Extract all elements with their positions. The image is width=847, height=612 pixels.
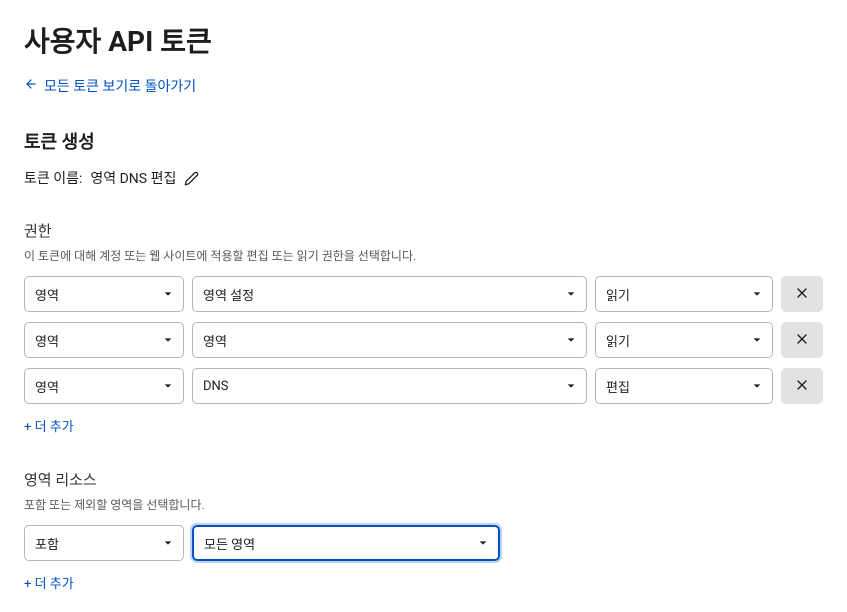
permissions-label: 권한 xyxy=(24,220,823,241)
select-value: 읽기 xyxy=(606,331,744,350)
permission-row: 영역 DNS 편집 xyxy=(24,368,823,404)
delete-permission-button[interactable] xyxy=(781,322,823,358)
caret-down-icon xyxy=(566,381,576,391)
close-icon xyxy=(794,285,810,304)
token-name-value: 영역 DNS 편집 xyxy=(90,168,176,188)
create-token-heading: 토큰 생성 xyxy=(24,128,823,154)
caret-down-icon xyxy=(163,289,173,299)
add-permission-button[interactable]: + 더 추가 xyxy=(24,416,74,435)
zone-target-select[interactable]: 모든 영역 xyxy=(192,525,500,561)
close-icon xyxy=(794,377,810,396)
permission-access-select[interactable]: 읽기 xyxy=(595,276,773,312)
permission-row: 영역 영역 설정 읽기 xyxy=(24,276,823,312)
caret-down-icon xyxy=(752,335,762,345)
permission-scope-select[interactable]: 영역 xyxy=(24,368,184,404)
edit-icon[interactable] xyxy=(184,171,199,186)
caret-down-icon xyxy=(163,538,173,548)
permission-access-select[interactable]: 편집 xyxy=(595,368,773,404)
zone-resources-label: 영역 리소스 xyxy=(24,469,823,490)
select-value: 영역 설정 xyxy=(203,285,558,304)
select-value: 읽기 xyxy=(606,285,744,304)
select-value: DNS xyxy=(203,379,558,394)
select-value: 영역 xyxy=(35,285,155,304)
add-zone-resource-button[interactable]: + 더 추가 xyxy=(24,573,74,592)
permission-resource-select[interactable]: DNS xyxy=(192,368,587,404)
caret-down-icon xyxy=(478,538,488,548)
permission-scope-select[interactable]: 영역 xyxy=(24,276,184,312)
zone-resources-description: 포함 또는 제외할 영역을 선택합니다. xyxy=(24,496,823,513)
permission-scope-select[interactable]: 영역 xyxy=(24,322,184,358)
select-value: 영역 xyxy=(203,331,558,350)
token-name-row: 토큰 이름: 영역 DNS 편집 xyxy=(24,168,823,188)
delete-permission-button[interactable] xyxy=(781,276,823,312)
select-value: 모든 영역 xyxy=(204,534,470,553)
zone-resource-row: 포함 모든 영역 xyxy=(24,525,823,561)
select-value: 편집 xyxy=(606,377,744,396)
caret-down-icon xyxy=(566,289,576,299)
select-value: 영역 xyxy=(35,377,155,396)
token-name-label: 토큰 이름: xyxy=(24,168,82,188)
caret-down-icon xyxy=(752,289,762,299)
page-title: 사용자 API 토큰 xyxy=(24,20,823,60)
arrow-left-icon xyxy=(24,77,38,95)
caret-down-icon xyxy=(163,335,173,345)
caret-down-icon xyxy=(752,381,762,391)
zone-include-select[interactable]: 포함 xyxy=(24,525,184,561)
permission-row: 영역 영역 읽기 xyxy=(24,322,823,358)
select-value: 영역 xyxy=(35,331,155,350)
back-link[interactable]: 모든 토큰 보기로 돌아가기 xyxy=(24,76,196,96)
select-value: 포함 xyxy=(35,534,155,553)
permission-resource-select[interactable]: 영역 xyxy=(192,322,587,358)
permission-resource-select[interactable]: 영역 설정 xyxy=(192,276,587,312)
permission-access-select[interactable]: 읽기 xyxy=(595,322,773,358)
caret-down-icon xyxy=(566,335,576,345)
close-icon xyxy=(794,331,810,350)
delete-permission-button[interactable] xyxy=(781,368,823,404)
back-link-text: 모든 토큰 보기로 돌아가기 xyxy=(44,76,196,96)
permissions-description: 이 토큰에 대해 계정 또는 웹 사이트에 적용할 편집 또는 읽기 권한을 선… xyxy=(24,247,823,264)
caret-down-icon xyxy=(163,381,173,391)
